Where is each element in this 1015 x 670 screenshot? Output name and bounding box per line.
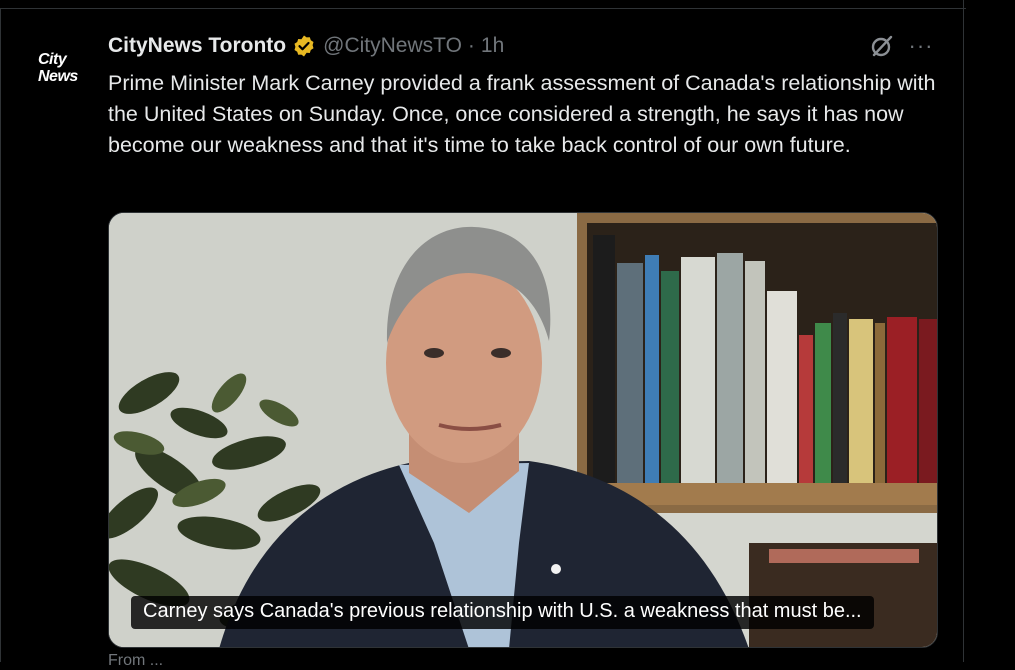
more-icon[interactable]: ··· bbox=[906, 32, 936, 60]
handle[interactable]: @CityNewsTO bbox=[323, 34, 462, 58]
tweet-text: Prime Minister Mark Carney provided a fr… bbox=[108, 71, 936, 157]
timestamp[interactable]: 1h bbox=[481, 34, 504, 58]
divider-left bbox=[0, 8, 1, 662]
verified-badge-icon bbox=[292, 34, 316, 58]
video-caption: Carney says Canada's previous relationsh… bbox=[131, 596, 874, 629]
divider-right bbox=[963, 0, 964, 662]
post-header: CityNews Toronto @CityNewsTO · 1h bbox=[108, 32, 504, 60]
avatar-line1: City bbox=[38, 51, 67, 68]
avatar[interactable]: City News bbox=[32, 36, 96, 100]
display-name[interactable]: CityNews Toronto bbox=[108, 34, 286, 58]
video-media[interactable]: Carney says Canada's previous relationsh… bbox=[108, 212, 938, 648]
avatar-line2: News bbox=[38, 68, 78, 85]
divider-top bbox=[0, 8, 966, 9]
separator-dot: · bbox=[467, 34, 475, 57]
video-frame bbox=[109, 213, 937, 647]
grok-icon[interactable] bbox=[868, 32, 896, 60]
below-media-text: From ... bbox=[108, 652, 164, 669]
tweet-frame: City News CityNews Toronto @CityNewsTO ·… bbox=[0, 0, 1015, 669]
